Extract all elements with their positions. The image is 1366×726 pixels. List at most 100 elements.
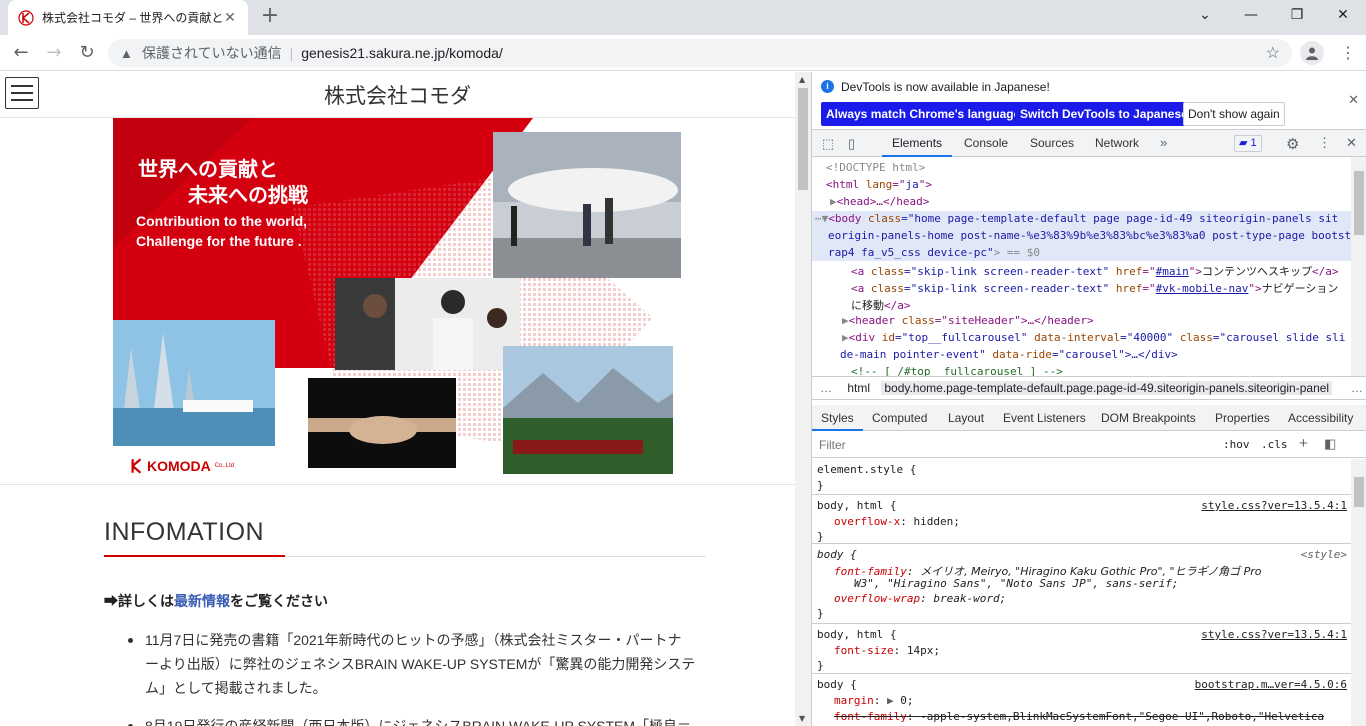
body-node[interactable]: ⋯▼<body class="home page-template-defaul… — [815, 212, 1338, 225]
new-tab-button[interactable]: + — [258, 5, 282, 29]
url-text[interactable]: genesis21.sakura.ne.jp/komoda/ — [301, 45, 503, 61]
more-tabs-icon[interactable]: » — [1160, 135, 1167, 150]
more-prefix: ➡詳しくは — [104, 593, 174, 609]
news-line: ム」として掲載されました。 — [145, 680, 327, 696]
info-icon: i — [821, 80, 834, 93]
security-status: 保護されていない通信 — [142, 45, 282, 61]
header-node[interactable]: ▶<header class="siteHeader">…</header> — [842, 314, 1094, 327]
chrome-menu-icon[interactable]: ⋮ — [1340, 41, 1356, 65]
tab-close-icon[interactable]: ✕ — [222, 10, 238, 26]
more-info-text: ➡詳しくは最新情報をご覧ください — [104, 591, 328, 611]
rule-source-link[interactable]: bootstrap.m…ver=4.5.0:6 — [1195, 678, 1347, 691]
tab-layout[interactable]: Layout — [948, 405, 984, 431]
devtools-tabbar: ⬚ ▯ Elements Console Sources Network » ▰… — [812, 130, 1366, 157]
news-line: ーより出版）に弊社のジェネシスBRAIN WAKE-UP SYSTEMが「驚異の… — [145, 656, 696, 672]
tab-dom-breakpoints[interactable]: DOM Breakpoints — [1101, 405, 1196, 431]
reload-icon[interactable]: ↻ — [75, 41, 99, 65]
omnibox-separator: | — [289, 45, 294, 61]
news-line: 8月19日発行の産経新聞（西日本版）にジェネシスBRAIN WAKE-UP SY… — [145, 718, 692, 726]
breadcrumb-more-icon[interactable]: … — [820, 381, 832, 395]
list-item: 11月7日に発売の書籍「2021年新時代のヒットの予感」（株式会社ミスター・パー… — [104, 628, 710, 700]
expand-arrow-icon[interactable]: ▶ — [830, 195, 837, 208]
inspect-element-icon[interactable]: ⬚ — [822, 136, 834, 152]
comment-node[interactable]: <!-- [ /#top__fullcarousel ] --> — [851, 365, 1063, 376]
match-language-button[interactable]: Always match Chrome's language — [821, 102, 1026, 126]
issues-icon: ▰ — [1239, 137, 1251, 149]
window-close-button[interactable]: ✕ — [1320, 0, 1366, 30]
expand-shorthand-icon[interactable]: ▶ — [887, 694, 894, 707]
toggle-sidebar-icon[interactable]: ◧ — [1324, 436, 1336, 452]
breadcrumb-overflow-icon[interactable]: … — [1351, 377, 1363, 399]
browser-tab[interactable]: 株式会社コモダ – 世界への貢献と未 ✕ — [8, 0, 248, 35]
styles-scrollbar[interactable] — [1351, 459, 1366, 726]
heading-accent-line — [104, 555, 285, 557]
site-title[interactable]: 株式会社コモダ — [0, 80, 795, 110]
scroll-down-icon[interactable]: ▼ — [799, 714, 805, 723]
tab-properties[interactable]: Properties — [1215, 405, 1270, 431]
styles-rules: element.style { } body, html { style.css… — [812, 459, 1351, 726]
restore-button[interactable]: ❐ — [1274, 0, 1320, 30]
head-node[interactable]: ▶<head>…</head> — [830, 195, 929, 208]
html-node[interactable]: <html lang="ja"> — [826, 178, 932, 191]
doctype-node[interactable]: <!DOCTYPE html> — [826, 161, 925, 174]
rule-body-html-overflow[interactable]: body, html { style.css?ver=13.5.4:1 over… — [812, 496, 1351, 544]
rule-body-bootstrap[interactable]: body { bootstrap.m…ver=4.5.0:6 margin: ▶… — [812, 675, 1351, 726]
skip-link-node[interactable]: <a class="skip-link screen-reader-text" … — [851, 263, 1339, 279]
warning-icon[interactable]: ▲ — [120, 46, 136, 61]
news-link[interactable]: 最新情報 — [174, 593, 230, 609]
bookmark-star-icon[interactable]: ☆ — [1266, 43, 1280, 63]
hero-sub-2: Challenge for the future . — [136, 233, 302, 249]
tab-computed[interactable]: Computed — [872, 405, 927, 431]
tab-strip: 株式会社コモダ – 世界への貢献と未 ✕ + ⌄ — ❐ ✕ — [0, 0, 1366, 35]
browser-toolbar: ← → ↻ ▲ 保護されていない通信 | genesis21.sakura.ne… — [0, 35, 1366, 71]
devtools-menu-icon[interactable]: ⋮ — [1318, 135, 1331, 151]
hero-sub-1: Contribution to the world, — [136, 213, 308, 229]
switch-japanese-button[interactable]: Switch DevTools to Japanese — [1015, 102, 1193, 126]
back-icon[interactable]: ← — [9, 41, 33, 65]
minimize-button[interactable]: — — [1228, 0, 1274, 30]
logo-suffix: Co.,Ltd — [214, 463, 235, 469]
elements-scroll-thumb[interactable] — [1354, 171, 1364, 235]
tab-network[interactable]: Network — [1095, 130, 1139, 157]
tab-styles[interactable]: Styles — [812, 405, 863, 431]
elements-scrollbar[interactable] — [1351, 157, 1366, 376]
breadcrumb-html[interactable]: html — [847, 381, 870, 395]
settings-gear-icon[interactable]: ⚙ — [1286, 135, 1299, 153]
breadcrumb-body[interactable]: body.home.page-template-default.page.pag… — [881, 381, 1333, 395]
nav-link-node[interactable]: <a class="skip-link screen-reader-text" … — [851, 280, 1338, 296]
issues-badge[interactable]: ▰ 1 — [1234, 135, 1262, 152]
cls-toggle[interactable]: .cls — [1261, 438, 1288, 451]
tab-search-icon[interactable]: ⌄ — [1182, 0, 1228, 30]
tab-event-listeners[interactable]: Event Listeners — [1003, 405, 1086, 431]
new-rule-icon[interactable]: + — [1299, 435, 1308, 452]
tab-accessibility[interactable]: Accessibility — [1288, 405, 1353, 431]
address-bar[interactable]: ▲ 保護されていない通信 | genesis21.sakura.ne.jp/ko… — [108, 39, 1292, 67]
rule-source-link[interactable]: style.css?ver=13.5.4:1 — [1201, 628, 1347, 641]
dont-show-again-button[interactable]: Don't show again — [1183, 102, 1285, 126]
collapse-arrow-icon[interactable]: ⋯▼ — [815, 212, 828, 225]
forward-icon[interactable]: → — [42, 41, 66, 65]
profile-avatar-icon[interactable] — [1300, 41, 1324, 65]
hero-carousel-image[interactable]: 世界への貢献と 未来への挑戦 Contribution to the world… — [113, 118, 681, 484]
site-header: 株式会社コモダ — [0, 72, 795, 118]
device-toolbar-icon[interactable]: ▯ — [848, 136, 855, 152]
carousel-node[interactable]: ▶<div id="top__fullcarousel" data-interv… — [842, 331, 1345, 344]
scroll-thumb[interactable] — [798, 88, 808, 190]
devtools-close-icon[interactable]: ✕ — [1346, 135, 1357, 151]
styles-scroll-thumb[interactable] — [1354, 477, 1364, 507]
styles-filter-input[interactable] — [816, 435, 1212, 455]
infobar-close-icon[interactable]: ✕ — [1348, 92, 1359, 108]
expand-arrow-icon[interactable]: ▶ — [842, 331, 849, 344]
carousel-node-cont: de-main pointer-event" data-ride="carous… — [840, 348, 1178, 361]
rule-source-link[interactable]: style.css?ver=13.5.4:1 — [1201, 499, 1347, 512]
rule-body-style[interactable]: body { <style> font-family: メイリオ, Meiryo… — [812, 545, 1351, 624]
tab-sources[interactable]: Sources — [1030, 130, 1074, 157]
expand-arrow-icon[interactable]: ▶ — [842, 314, 849, 327]
rule-body-html-fontsize[interactable]: body, html { style.css?ver=13.5.4:1 font… — [812, 625, 1351, 674]
page-scrollbar[interactable]: ▲ ▼ — [795, 72, 811, 726]
scroll-up-icon[interactable]: ▲ — [799, 75, 805, 84]
tab-console[interactable]: Console — [964, 130, 1008, 157]
tab-elements[interactable]: Elements — [882, 130, 953, 157]
rule-element-style[interactable]: element.style { } — [812, 459, 1351, 495]
hov-toggle[interactable]: :hov — [1223, 438, 1250, 451]
